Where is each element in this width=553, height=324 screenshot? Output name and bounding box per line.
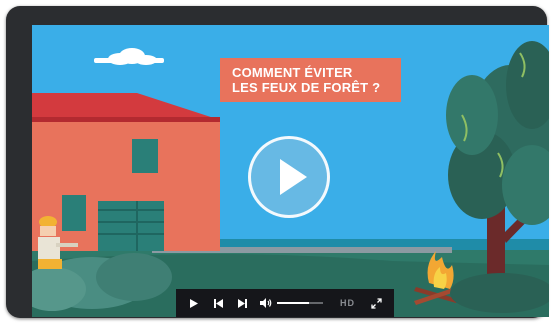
device-frame: COMMENT ÉVITER LES FEUX DE FORÊT ? HD [6,6,549,318]
skip-previous-icon [213,298,223,308]
video-title-line1: COMMENT ÉVITER [232,65,353,80]
big-play-button[interactable] [248,136,330,218]
volume-button[interactable] [258,289,274,317]
volume-icon [260,298,272,308]
play-icon [280,159,307,195]
volume-level-fill [277,302,310,304]
skip-next-icon [237,298,247,308]
hd-toggle[interactable]: HD [340,289,355,317]
volume-slider[interactable] [277,302,323,304]
video-title-card: COMMENT ÉVITER LES FEUX DE FORÊT ? [220,58,401,102]
previous-button[interactable] [210,289,226,317]
video-player[interactable]: COMMENT ÉVITER LES FEUX DE FORÊT ? HD [32,25,549,317]
video-title-line2: LES FEUX DE FORÊT ? [232,80,381,95]
play-button[interactable] [186,289,202,317]
fullscreen-icon [370,297,382,309]
video-control-bar: HD [176,289,394,317]
fullscreen-button[interactable] [368,289,384,317]
house [32,93,220,251]
play-icon [190,298,198,308]
next-button[interactable] [234,289,250,317]
